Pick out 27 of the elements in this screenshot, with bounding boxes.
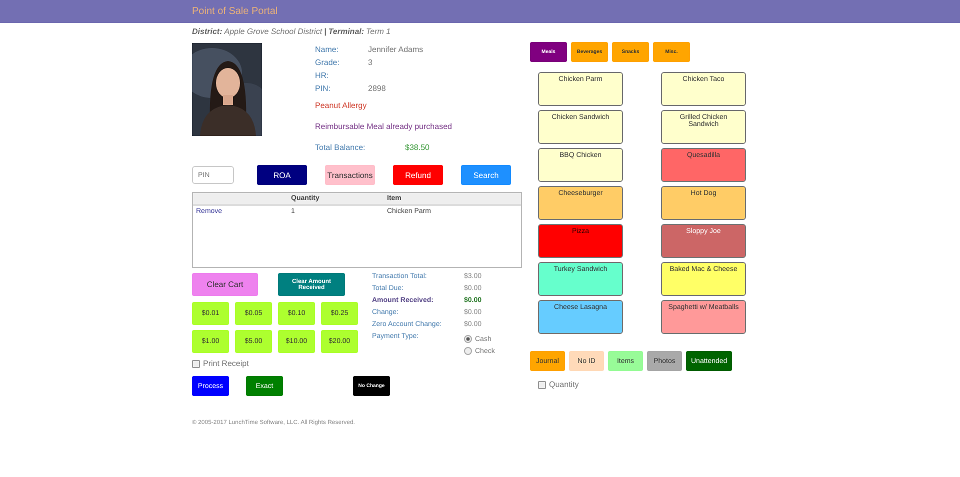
radio-button[interactable]: [464, 335, 472, 343]
field-label: Name:: [315, 45, 340, 54]
balance-value: $38.50: [405, 143, 430, 152]
allergy-text: Peanut Allergy: [315, 101, 368, 112]
terminal-label: Terminal:: [328, 27, 364, 36]
balance-label: Total Balance:: [315, 143, 366, 152]
radio-button[interactable]: [464, 347, 472, 355]
field-value: Jennifer Adams: [368, 45, 424, 54]
checkbox-label: Print Receipt: [203, 359, 249, 368]
field-label: Grade:: [315, 58, 340, 67]
clear-button[interactable]: Clear Cart: [192, 273, 258, 296]
action-button[interactable]: Refund: [393, 165, 443, 185]
field-value: 2898: [368, 84, 386, 93]
field-label: HR:: [315, 71, 330, 80]
terminal-name: Term 1: [366, 27, 391, 36]
meal-notice: Reimbursable Meal already purchased: [315, 122, 452, 133]
action-button[interactable]: Transactions: [325, 165, 375, 185]
district-name: Apple Grove School District: [224, 27, 322, 36]
app-title: Point of Sale Portal: [192, 6, 278, 17]
field-value: 3: [368, 58, 372, 67]
field-label: PIN:: [315, 84, 332, 93]
checkbox[interactable]: [192, 360, 200, 368]
checkbox[interactable]: [538, 380, 546, 388]
district-label: District:: [192, 27, 222, 36]
action-button[interactable]: ROA: [257, 165, 307, 185]
checkbox-label: Quantity: [549, 380, 579, 389]
separator: |: [324, 27, 326, 36]
